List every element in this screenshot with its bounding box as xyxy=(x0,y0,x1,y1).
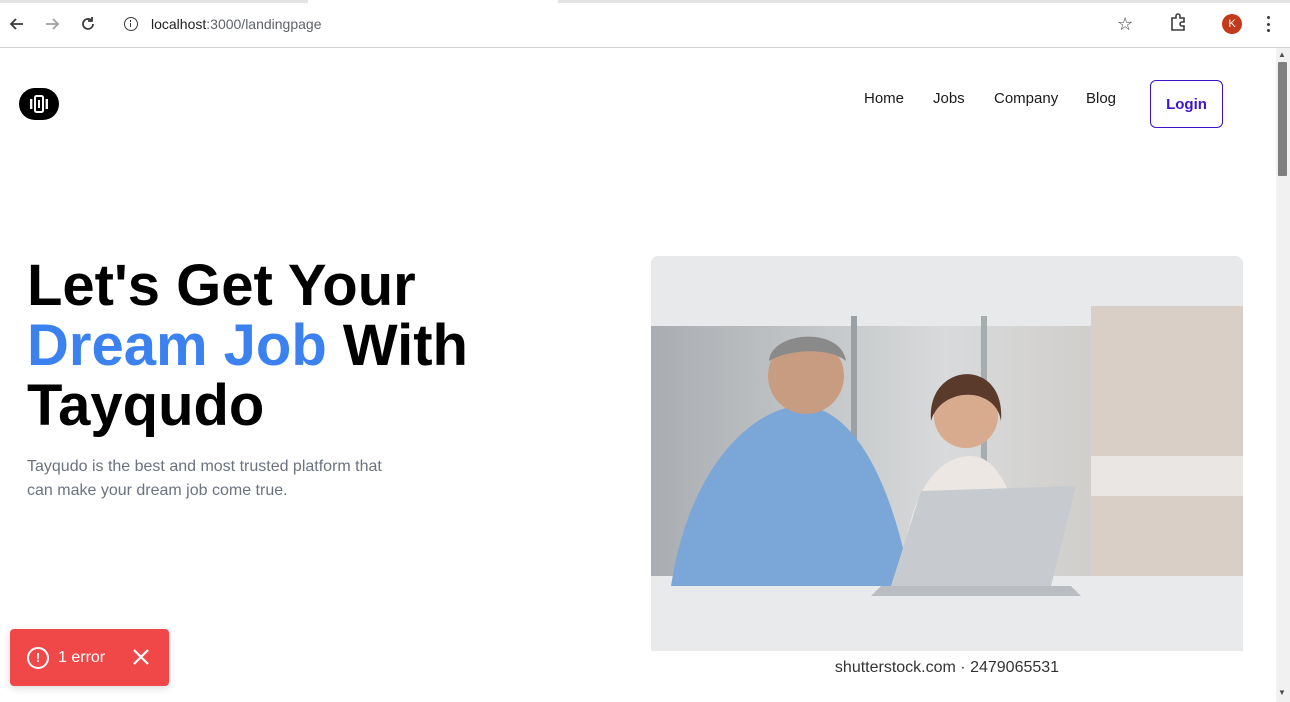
url-text[interactable]: localhost:3000/landingpage xyxy=(151,16,322,32)
hero-title-line1: Let's Get Your xyxy=(27,253,416,318)
forward-arrow-icon[interactable] xyxy=(40,12,64,36)
star-icon[interactable]: ☆ xyxy=(1117,12,1133,36)
profile-avatar[interactable]: K xyxy=(1222,14,1242,34)
nav-jobs[interactable]: Jobs xyxy=(933,90,965,107)
logo-mark-icon xyxy=(30,95,48,113)
error-count-text[interactable]: 1 error xyxy=(58,649,105,667)
kebab-menu-icon[interactable] xyxy=(1262,14,1274,34)
alert-circle-icon: ! xyxy=(27,646,49,669)
close-icon[interactable] xyxy=(131,647,151,667)
nav-home[interactable]: Home xyxy=(864,90,904,107)
address-bar[interactable]: localhost:3000/landingpage xyxy=(114,8,1152,40)
hero-title-accent: Dream Job xyxy=(27,313,327,378)
info-icon[interactable] xyxy=(124,17,138,31)
site-logo[interactable] xyxy=(19,88,59,120)
scrollbar-thumb[interactable] xyxy=(1278,62,1287,176)
hero-subtitle: Tayqudo is the best and most trusted pla… xyxy=(27,458,382,499)
hero-title-line3: Tayqudo xyxy=(27,373,265,438)
login-button[interactable]: Login xyxy=(1150,80,1223,128)
error-toast[interactable]: ! 1 error xyxy=(10,629,169,686)
nav-company[interactable]: Company xyxy=(994,90,1058,107)
office-photo-illustration xyxy=(651,256,1243,651)
browser-toolbar: localhost:3000/landingpage ☆ K xyxy=(0,0,1290,48)
hero-title-line2-rest: With xyxy=(326,313,468,378)
hero-image xyxy=(651,256,1243,651)
back-arrow-icon[interactable] xyxy=(5,12,29,36)
scroll-down-arrow[interactable]: ▼ xyxy=(1278,688,1286,697)
image-caption: shutterstock.com · 2479065531 xyxy=(651,651,1243,685)
extensions-icon[interactable] xyxy=(1168,12,1188,32)
tab-strip xyxy=(0,0,1290,3)
nav-blog[interactable]: Blog xyxy=(1086,90,1116,107)
reload-icon[interactable] xyxy=(76,12,100,36)
hero-title: Let's Get Your Dream Job With Tayqudo xyxy=(27,256,587,436)
scroll-up-arrow[interactable]: ▲ xyxy=(1278,50,1286,59)
